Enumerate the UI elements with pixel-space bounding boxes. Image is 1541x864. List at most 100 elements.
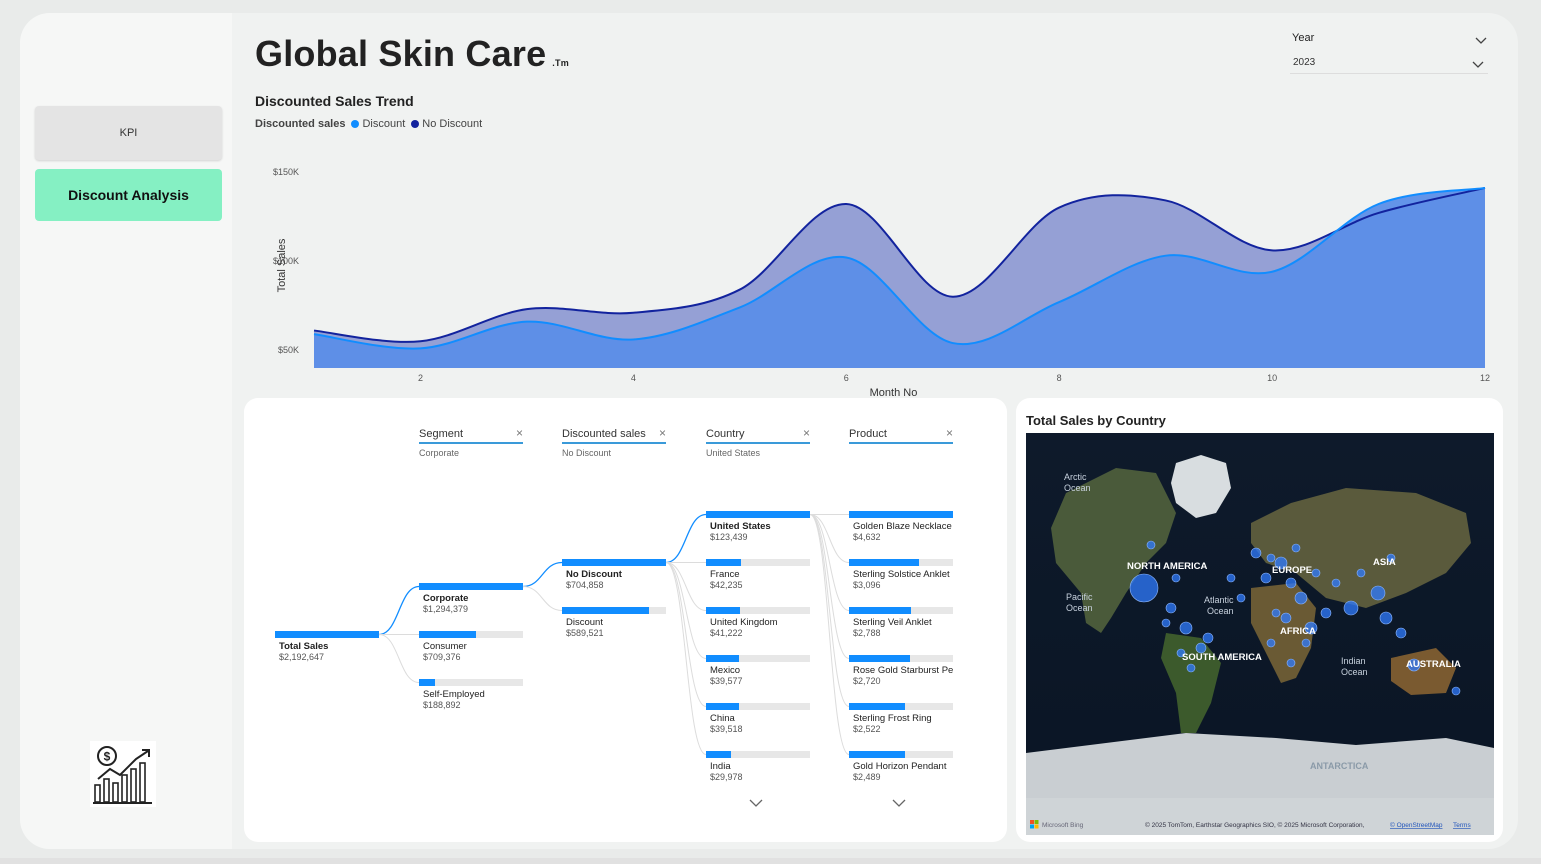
tree-column-header[interactable]: Discounted sales × No Discount bbox=[562, 427, 666, 458]
node-bar-fill bbox=[419, 583, 523, 590]
tree-node[interactable]: China $39,518 bbox=[706, 703, 810, 734]
close-icon[interactable]: × bbox=[516, 427, 523, 441]
legend-title: Discounted sales bbox=[255, 118, 346, 130]
tree-node[interactable]: Discount $589,521 bbox=[562, 607, 666, 638]
tree-link bbox=[665, 562, 707, 707]
sales-bubble[interactable] bbox=[1260, 572, 1272, 584]
column-filter-value: Corporate bbox=[419, 448, 460, 458]
sales-bubble[interactable] bbox=[1129, 573, 1159, 603]
sales-bubble[interactable] bbox=[1301, 638, 1311, 648]
sales-bubble[interactable] bbox=[1161, 618, 1171, 628]
sales-bubble[interactable] bbox=[1179, 621, 1193, 635]
sales-bubble[interactable] bbox=[1379, 611, 1393, 625]
sales-bubble[interactable] bbox=[1266, 553, 1276, 563]
sales-bubble[interactable] bbox=[1271, 608, 1281, 618]
x-tick-label: 12 bbox=[1480, 373, 1490, 383]
tree-node[interactable]: Gold Horizon Pendant $2,489 bbox=[849, 751, 953, 782]
tree-node[interactable]: Corporate $1,294,379 bbox=[419, 583, 523, 614]
sales-bubble[interactable] bbox=[1395, 627, 1407, 639]
column-name: Country × bbox=[706, 427, 810, 444]
south-america-label: SOUTH AMERICA bbox=[1182, 652, 1262, 663]
y-axis-label: Total Sales bbox=[276, 238, 288, 292]
node-label: Total Sales bbox=[279, 641, 329, 652]
node-value: $39,518 bbox=[710, 724, 743, 734]
node-bar bbox=[419, 631, 523, 638]
tree-node[interactable]: No Discount $704,858 bbox=[562, 559, 666, 590]
sales-bubble[interactable] bbox=[1250, 547, 1262, 559]
year-slicer-dropdown[interactable]: 2023 bbox=[1290, 53, 1488, 74]
sales-bubble[interactable] bbox=[1286, 658, 1296, 668]
chevron-down-icon[interactable] bbox=[749, 795, 763, 813]
sales-bubble[interactable] bbox=[1356, 568, 1366, 578]
node-label: Golden Blaze Necklace bbox=[853, 521, 952, 532]
tree-node[interactable]: United Kingdom $41,222 bbox=[706, 607, 810, 638]
node-bar-fill bbox=[849, 511, 953, 518]
openstreetmap-link[interactable]: © OpenStreetMap bbox=[1390, 821, 1443, 829]
node-bar bbox=[849, 607, 953, 614]
node-value: $2,192,647 bbox=[279, 652, 325, 662]
kpi-page-button[interactable]: KPI bbox=[35, 106, 222, 160]
tree-node[interactable]: Mexico $39,577 bbox=[706, 655, 810, 686]
tree-column-header[interactable]: Country × United States bbox=[706, 427, 810, 458]
tree-column-header[interactable]: Product × bbox=[849, 427, 953, 448]
tree-node[interactable]: United States $123,439 bbox=[706, 511, 810, 542]
sales-bubble[interactable] bbox=[1146, 540, 1156, 550]
sales-bubble[interactable] bbox=[1165, 602, 1177, 614]
tree-node[interactable]: Total Sales $2,192,647 bbox=[275, 631, 379, 662]
discount-analysis-page-button[interactable]: Discount Analysis bbox=[35, 169, 222, 221]
node-label: Gold Horizon Pendant bbox=[853, 761, 947, 772]
x-tick-label: 2 bbox=[418, 373, 423, 383]
tree-link bbox=[665, 562, 707, 659]
tree-link bbox=[522, 586, 563, 611]
sales-trend-area-chart[interactable]: $50K$100K$150K2 4 6 8 10 12Month NoTotal Sale… bbox=[245, 143, 1495, 398]
indian-ocean-label: Indian bbox=[1341, 656, 1366, 666]
node-value: $2,720 bbox=[853, 676, 881, 686]
chevron-down-icon[interactable] bbox=[892, 795, 906, 813]
chevron-down-icon bbox=[1472, 56, 1484, 74]
tree-node[interactable]: Consumer $709,376 bbox=[419, 631, 523, 662]
world-map[interactable]: Arctic Ocean Pacific Ocean Atlantic Ocea… bbox=[1026, 433, 1494, 835]
sales-bubble[interactable] bbox=[1226, 573, 1236, 583]
sales-bubble[interactable] bbox=[1451, 686, 1461, 696]
tree-node[interactable]: Golden Blaze Necklace $4,632 bbox=[849, 511, 953, 542]
column-filter-value: No Discount bbox=[562, 448, 612, 458]
sales-bubble[interactable] bbox=[1370, 585, 1386, 601]
tree-node[interactable]: Rose Gold Starburst Pe... $2,720 bbox=[849, 655, 953, 686]
tree-node[interactable]: France $42,235 bbox=[706, 559, 810, 590]
tree-node[interactable]: Sterling Frost Ring $2,522 bbox=[849, 703, 953, 734]
sales-bubble[interactable] bbox=[1280, 612, 1292, 624]
pacific-ocean-label: Pacific bbox=[1066, 592, 1093, 602]
close-icon[interactable]: × bbox=[659, 427, 666, 441]
node-bar-fill bbox=[849, 655, 911, 662]
tree-node[interactable]: Sterling Solstice Anklet $3,096 bbox=[849, 559, 953, 590]
tree-node[interactable]: India $29,978 bbox=[706, 751, 810, 782]
close-icon[interactable]: × bbox=[946, 427, 953, 441]
sales-bubble[interactable] bbox=[1236, 593, 1246, 603]
sales-bubble[interactable] bbox=[1320, 607, 1332, 619]
chevron-down-icon[interactable] bbox=[1475, 32, 1487, 50]
sales-bubble[interactable] bbox=[1291, 543, 1301, 553]
tree-column-header[interactable]: Segment × Corporate bbox=[419, 427, 523, 458]
node-bar bbox=[562, 559, 666, 566]
legend-item-discount[interactable]: Discount bbox=[362, 118, 405, 130]
sales-bubble[interactable] bbox=[1266, 638, 1276, 648]
sales-bubble[interactable] bbox=[1343, 600, 1359, 616]
sales-bubble[interactable] bbox=[1202, 632, 1214, 644]
terms-link[interactable]: Terms bbox=[1453, 822, 1471, 829]
node-bar bbox=[849, 655, 953, 662]
node-bar bbox=[706, 703, 810, 710]
sales-bubble[interactable] bbox=[1311, 568, 1321, 578]
decomposition-tree[interactable]: Segment × Corporate Discounted sales × No Dis… bbox=[244, 398, 1007, 842]
node-value: $704,858 bbox=[566, 580, 604, 590]
legend-item-no-discount[interactable]: No Discount bbox=[422, 118, 482, 130]
node-value: $3,096 bbox=[853, 580, 881, 590]
tree-node[interactable]: Self-Employed $188,892 bbox=[419, 679, 523, 710]
close-icon[interactable]: × bbox=[803, 427, 810, 441]
sales-bubble[interactable] bbox=[1171, 573, 1181, 583]
node-label: Sterling Frost Ring bbox=[853, 713, 932, 724]
sales-bubble[interactable] bbox=[1186, 663, 1196, 673]
sales-bubble[interactable] bbox=[1331, 578, 1341, 588]
sales-bubble[interactable] bbox=[1294, 591, 1308, 605]
tree-node[interactable]: Sterling Veil Anklet $2,788 bbox=[849, 607, 953, 638]
sales-bubble[interactable] bbox=[1285, 577, 1297, 589]
